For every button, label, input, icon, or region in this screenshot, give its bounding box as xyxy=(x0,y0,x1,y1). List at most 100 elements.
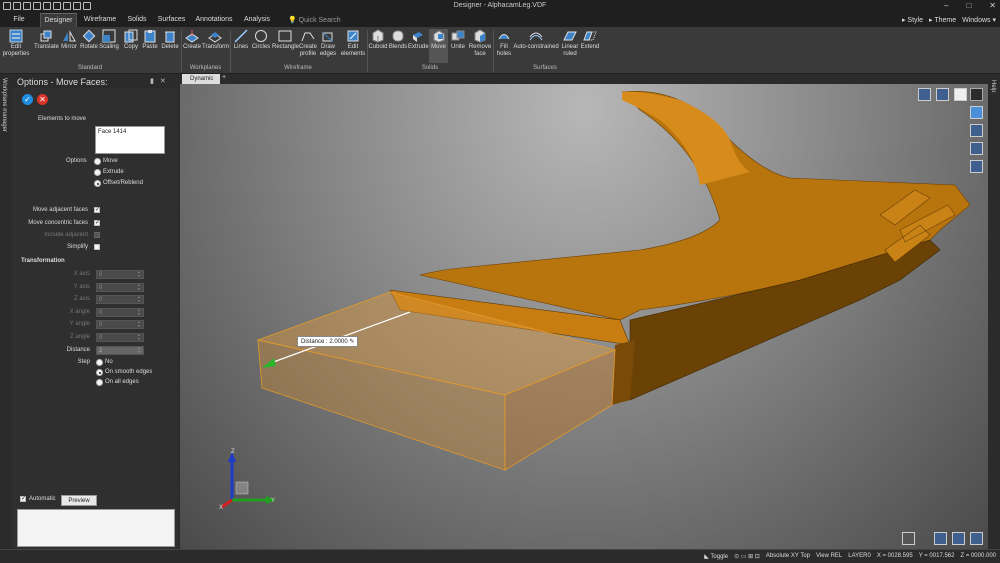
automatic-checkbox[interactable]: ✓ xyxy=(20,496,26,502)
move-adjacent-faces-checkbox[interactable]: ✓ xyxy=(94,207,100,213)
view-cube-icon[interactable] xyxy=(918,88,931,101)
ok-button[interactable]: ✓ xyxy=(22,94,33,105)
windows-menu[interactable]: Windows ▾ xyxy=(962,16,996,24)
cylinder-icon[interactable] xyxy=(970,106,983,119)
linear-ruled-button[interactable]: Linear ruled xyxy=(560,29,580,57)
include-adjacent-label: Include adjacent xyxy=(44,232,88,238)
close-icon: ✕ xyxy=(39,95,46,104)
zoom-window-icon[interactable] xyxy=(934,532,947,545)
fill-holes-button[interactable]: Fill holes xyxy=(495,29,513,57)
z-axis-input[interactable]: 0 xyxy=(96,295,144,304)
unite-button[interactable]: Unite xyxy=(449,29,467,51)
zoom-icon[interactable] xyxy=(936,88,949,101)
add-view-button[interactable]: + xyxy=(222,74,226,81)
tab-solids[interactable]: Solids xyxy=(123,13,151,27)
translate-button[interactable]: Translate xyxy=(34,29,59,51)
camera-icon[interactable] xyxy=(970,142,983,155)
paste-button[interactable]: Paste xyxy=(141,29,159,51)
tab-file[interactable]: File xyxy=(4,13,34,27)
copy-button[interactable]: Copy xyxy=(122,29,140,51)
delete-button[interactable]: Delete xyxy=(160,29,180,51)
move-concentric-faces-checkbox[interactable]: ✓ xyxy=(94,220,100,226)
pan-icon[interactable] xyxy=(952,532,965,545)
status-bar: ◣ Toggle ⊙ ▭ ⊞ ⊡ Absolute XY Top View RE… xyxy=(0,549,1000,563)
tab-annotations[interactable]: Annotations xyxy=(193,13,235,27)
remove-face-button[interactable]: Remove face xyxy=(468,29,492,57)
3d-viewport[interactable]: Distance : 2.0000 ✎ Z Y X xyxy=(180,84,988,549)
quick-search[interactable]: 💡 Quick Search xyxy=(288,16,341,24)
layer-indicator[interactable]: LAYER0 xyxy=(848,553,871,560)
tab-designer[interactable]: Designer xyxy=(40,13,77,27)
close-button[interactable]: ✕ xyxy=(989,1,996,10)
distance-readout[interactable]: Distance : 2.0000 ✎ xyxy=(297,336,359,347)
cancel-button[interactable]: ✕ xyxy=(37,94,48,105)
y-angle-input[interactable]: 0 xyxy=(96,320,144,329)
move-radio-label: Move xyxy=(103,158,118,164)
z-coordinate: Z = 0000.000 xyxy=(960,553,996,559)
theme-menu[interactable]: ▸ Theme xyxy=(929,16,956,24)
create-profile-button[interactable]: Create profile xyxy=(298,29,318,57)
elements-to-move-label: Elements to move xyxy=(38,116,87,122)
move-radio[interactable] xyxy=(94,158,101,165)
elements-to-move-list[interactable]: Face 1414 xyxy=(95,126,165,154)
panel-close-icon[interactable]: ✕ xyxy=(160,77,166,85)
lines-button[interactable]: Lines xyxy=(232,29,250,51)
extrude-button[interactable]: Extrude xyxy=(408,29,429,51)
help-tab[interactable]: Help xyxy=(988,74,1000,549)
rectangle-button[interactable]: Rectangle xyxy=(272,29,299,51)
y-axis-input[interactable]: 0 xyxy=(96,283,144,292)
x-angle-label: X angle xyxy=(69,309,90,315)
maximize-button[interactable]: □ xyxy=(966,1,971,10)
edit-pencil-icon[interactable]: ✎ xyxy=(349,339,354,345)
tab-surfaces[interactable]: Surfaces xyxy=(155,13,188,27)
tab-wireframe[interactable]: Wireframe xyxy=(80,13,120,27)
offset-reblend-radio[interactable] xyxy=(94,180,101,187)
distance-input[interactable]: 2 xyxy=(96,346,144,355)
edit-elements-button[interactable]: Edit elements xyxy=(340,29,366,57)
menu-icon[interactable] xyxy=(970,88,983,101)
step-smooth-edges-radio[interactable] xyxy=(96,369,103,376)
minimize-button[interactable]: – xyxy=(944,1,948,10)
tab-dynamic[interactable]: Dynamic xyxy=(182,74,220,84)
style-menu[interactable]: ▸ Style xyxy=(902,16,923,24)
fit-all-icon[interactable] xyxy=(902,532,915,545)
blends-button[interactable]: Blends xyxy=(388,29,408,51)
options-label: Options xyxy=(66,158,87,164)
include-adjacent-checkbox[interactable] xyxy=(94,232,100,238)
title-bar: Designer - AlphacamLeg.VDF – □ ✕ xyxy=(0,0,1000,13)
mirror-button[interactable]: Mirror xyxy=(59,29,79,51)
plane-icon[interactable] xyxy=(970,124,983,137)
z-axis-label: Z xyxy=(231,449,235,455)
scaling-button[interactable]: Scaling xyxy=(99,29,119,51)
rotate-button[interactable]: Rotate xyxy=(79,29,99,51)
extrude-radio[interactable] xyxy=(94,169,101,176)
face-item[interactable]: Face 1414 xyxy=(98,129,126,135)
toggle-button[interactable]: ◣ Toggle xyxy=(704,553,728,560)
cuboid-button[interactable]: Cuboid xyxy=(368,29,388,51)
x-angle-input[interactable]: 0 xyxy=(96,308,144,317)
simplify-checkbox[interactable] xyxy=(94,244,100,250)
extend-button[interactable]: Extend xyxy=(580,29,600,51)
step-no-radio[interactable] xyxy=(96,359,103,366)
status-tool-icons[interactable]: ⊙ ▭ ⊞ ⊡ xyxy=(734,553,760,560)
view-rel[interactable]: View REL xyxy=(816,553,842,560)
view-mode[interactable]: Absolute XY Top xyxy=(766,553,810,560)
x-axis-input[interactable]: 0 xyxy=(96,270,144,279)
circles-button[interactable]: Circles xyxy=(250,29,272,51)
transform-workplane-button[interactable]: Transform xyxy=(202,29,229,51)
model-canvas[interactable] xyxy=(180,84,988,549)
layers-icon[interactable] xyxy=(970,160,983,173)
rotate-view-icon[interactable] xyxy=(970,532,983,545)
edit-properties-button[interactable]: Edit properties xyxy=(2,29,30,57)
move-button[interactable]: Move xyxy=(429,29,448,63)
screen-icon[interactable] xyxy=(954,88,967,101)
preview-button[interactable]: Preview xyxy=(61,495,97,506)
auto-constrained-button[interactable]: Auto-constrained xyxy=(513,29,559,51)
pin-icon[interactable]: ▮ xyxy=(150,77,154,85)
create-workplane-button[interactable]: Create xyxy=(183,29,201,51)
step-all-edges-radio[interactable] xyxy=(96,379,103,386)
workplane-manager-tab[interactable]: Workplane manager xyxy=(0,74,12,174)
tab-analysis[interactable]: Analysis xyxy=(240,13,274,27)
z-angle-input[interactable]: 0 xyxy=(96,333,144,342)
draw-edges-button[interactable]: Draw edges xyxy=(318,29,338,57)
